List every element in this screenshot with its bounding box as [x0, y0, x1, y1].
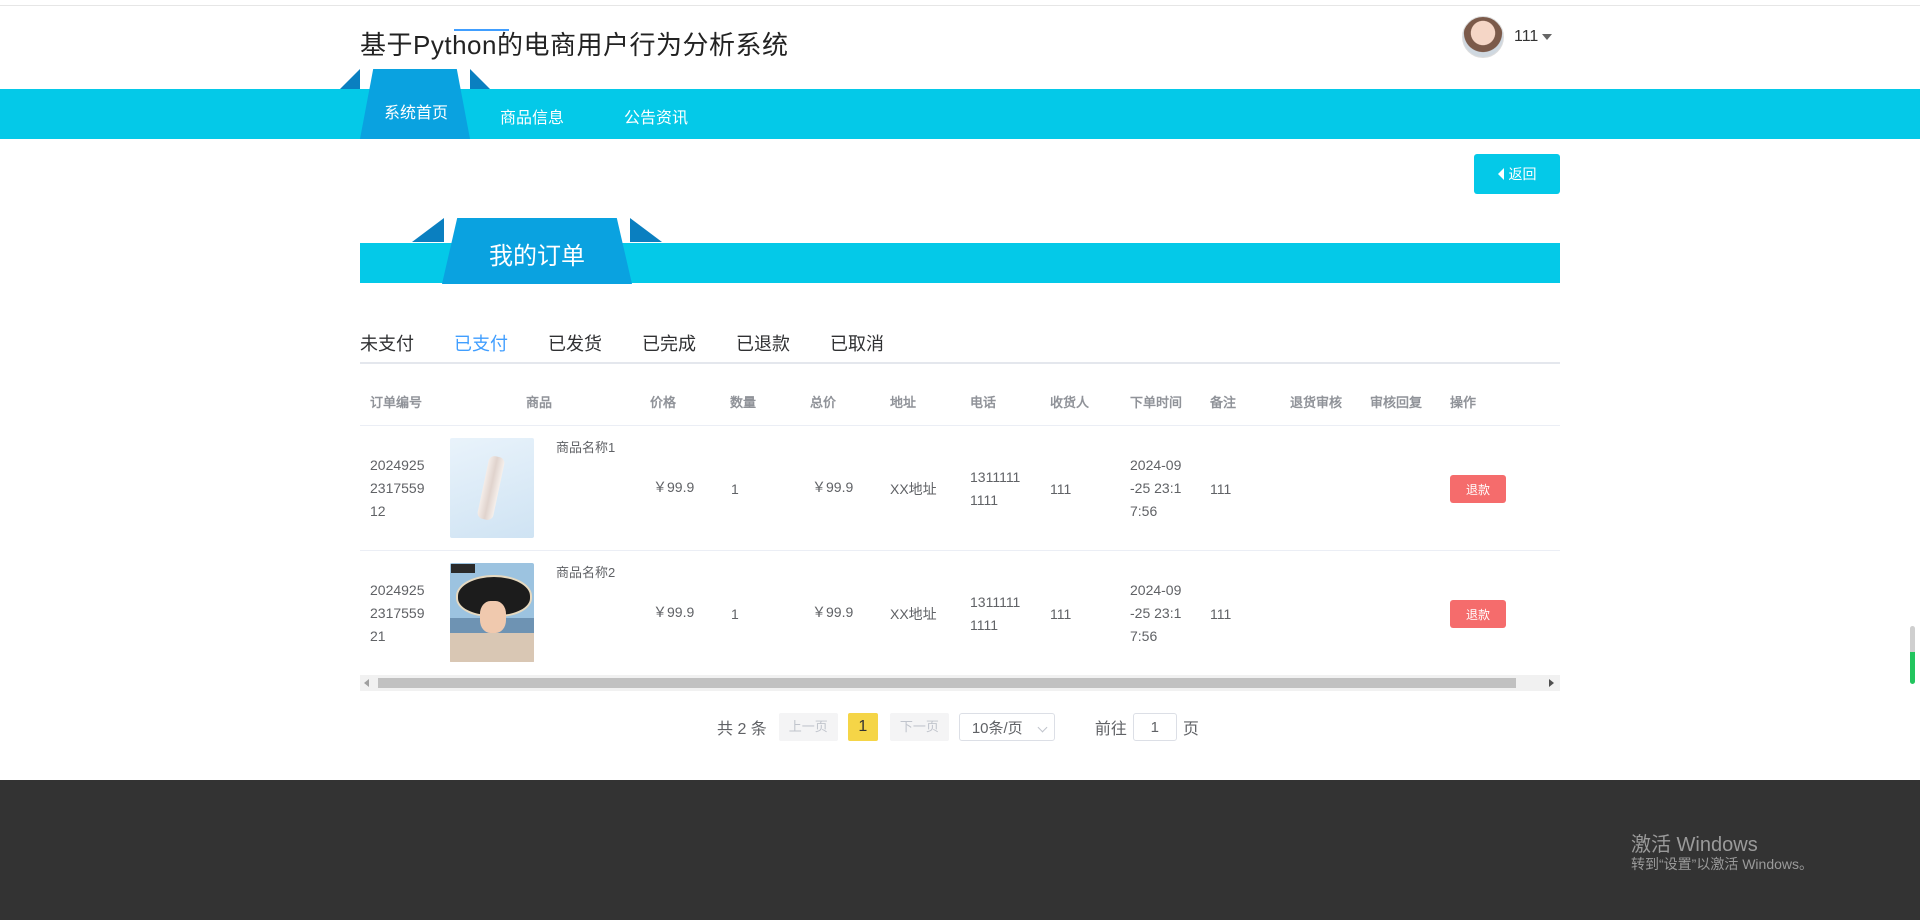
order-number-cell: 2024925 2317559 21 — [370, 582, 425, 644]
windows-activation-subtitle: 转到“设置”以激活 Windows。 — [1631, 856, 1814, 872]
windows-activation-title: 激活 Windows — [1631, 834, 1758, 856]
caret-left-icon — [1497, 168, 1504, 180]
next-page-button[interactable]: 下一页 — [889, 713, 949, 741]
avatar[interactable] — [1462, 16, 1504, 58]
column-header: 操作 — [1450, 395, 1477, 410]
refund-button[interactable]: 退款 — [1450, 475, 1506, 503]
total-count: 共 2 条 — [717, 721, 767, 738]
scrollbar-thumb[interactable] — [378, 678, 1516, 688]
image-badge — [451, 564, 475, 573]
order-number-cell: 2024925 2317559 12 — [370, 457, 425, 519]
address-cell: XX地址 — [890, 606, 937, 622]
goto-label: 前往 — [1094, 721, 1127, 738]
total-cell: ￥99.9 — [812, 604, 854, 620]
orders-table: 订单编号 商品 价格 数量 总价 地址 电话 收货人 下单时间 备注 退货审核 … — [360, 380, 1560, 662]
scroll-left-icon[interactable] — [364, 679, 369, 687]
goto-page-input[interactable]: 1 — [1132, 713, 1177, 741]
tab-completed[interactable]: 已完成 — [642, 330, 696, 356]
goto-suffix: 页 — [1182, 721, 1199, 738]
table-row: 2024925 2317559 12 商品名称1 ￥99.9 1 ￥99.9 X… — [360, 425, 1560, 550]
page-size-value: 10条/页 — [971, 719, 1023, 737]
quantity-cell: 1 — [731, 481, 739, 497]
column-header: 下单时间 — [1130, 395, 1183, 410]
column-header: 数量 — [730, 395, 757, 410]
page-number-current[interactable]: 1 — [847, 713, 878, 741]
product-name: 商品名称1 — [556, 440, 616, 455]
tab-cancelled[interactable]: 已取消 — [830, 330, 884, 356]
product-image[interactable] — [450, 563, 534, 662]
column-header: 退货审核 — [1290, 395, 1343, 410]
nav-item-products[interactable]: 商品信息 — [500, 104, 564, 128]
tab-unpaid[interactable]: 未支付 — [360, 330, 414, 356]
section-title: 我的订单 — [489, 243, 585, 270]
product-name: 商品名称2 — [556, 565, 616, 580]
back-button-label: 返回 — [1508, 166, 1537, 182]
phone-cell: 1311111 1111 — [970, 594, 1021, 633]
column-header: 收货人 — [1050, 395, 1090, 410]
order-time-cell: 2024-09 -25 23:1 7:56 — [1130, 582, 1182, 644]
tab-paid[interactable]: 已支付 — [454, 330, 508, 356]
caret-down-icon[interactable] — [1542, 34, 1553, 40]
back-button[interactable]: 返回 — [1474, 154, 1560, 194]
tab-refunded[interactable]: 已退款 — [736, 330, 790, 356]
chevron-down-icon — [1037, 722, 1048, 733]
horizontal-scrollbar[interactable] — [360, 675, 1560, 691]
tab-shipped[interactable]: 已发货 — [548, 330, 602, 356]
nav-item-news[interactable]: 公告资讯 — [624, 104, 688, 128]
column-header: 备注 — [1210, 395, 1237, 410]
column-header: 订单编号 — [370, 395, 423, 410]
quantity-cell: 1 — [731, 606, 739, 622]
remark-cell: 111 — [1210, 606, 1232, 622]
prev-page-button[interactable]: 上一页 — [778, 713, 838, 741]
active-tab-indicator — [454, 29, 509, 31]
header: 基于Python的电商用户行为分析系统 — [0, 5, 1920, 89]
order-time-cell: 2024-09 -25 23:1 7:56 — [1130, 457, 1182, 519]
column-header: 地址 — [890, 395, 917, 410]
price-cell: ￥99.9 — [653, 604, 695, 620]
page-size-select[interactable]: 10条/页 — [958, 713, 1055, 741]
receiver-cell: 111 — [1050, 481, 1072, 497]
nav-ribbon-right — [470, 69, 490, 89]
scroll-right-icon[interactable] — [1549, 679, 1554, 687]
nav-ribbon-left — [340, 69, 360, 89]
column-header: 电话 — [970, 395, 997, 410]
total-cell: ￥99.9 — [812, 479, 854, 495]
price-cell: ￥99.9 — [653, 479, 695, 495]
face-shape — [480, 601, 506, 633]
pagination: 共 2 条 上一页 1 下一页 10条/页 前往 1 页 — [717, 713, 1199, 741]
product-image[interactable] — [450, 438, 534, 538]
page-scroll-indicator[interactable] — [1910, 626, 1915, 684]
nav-bar — [0, 89, 1920, 139]
column-header: 商品 — [526, 395, 553, 410]
receiver-cell: 111 — [1050, 606, 1072, 622]
order-status-tabs: 未支付 已支付 已发货 已完成 已退款 已取消 — [360, 330, 1560, 364]
refund-button[interactable]: 退款 — [1450, 600, 1506, 628]
address-cell: XX地址 — [890, 481, 937, 497]
nav-item-home[interactable]: 系统首页 — [384, 99, 448, 123]
phone-cell: 1311111 1111 — [970, 469, 1021, 508]
site-title: 基于Python的电商用户行为分析系统 — [360, 30, 789, 60]
bottle-shape — [476, 455, 506, 521]
remark-cell: 111 — [1210, 481, 1232, 497]
column-header: 总价 — [810, 395, 837, 410]
column-header: 审核回复 — [1370, 395, 1423, 410]
table-row: 2024925 2317559 21 商品名称2 ￥99.9 1 ￥99.9 X… — [360, 550, 1560, 662]
user-menu[interactable]: 111 — [1462, 16, 1553, 58]
column-header: 价格 — [650, 395, 677, 410]
username[interactable]: 111 — [1514, 28, 1538, 46]
